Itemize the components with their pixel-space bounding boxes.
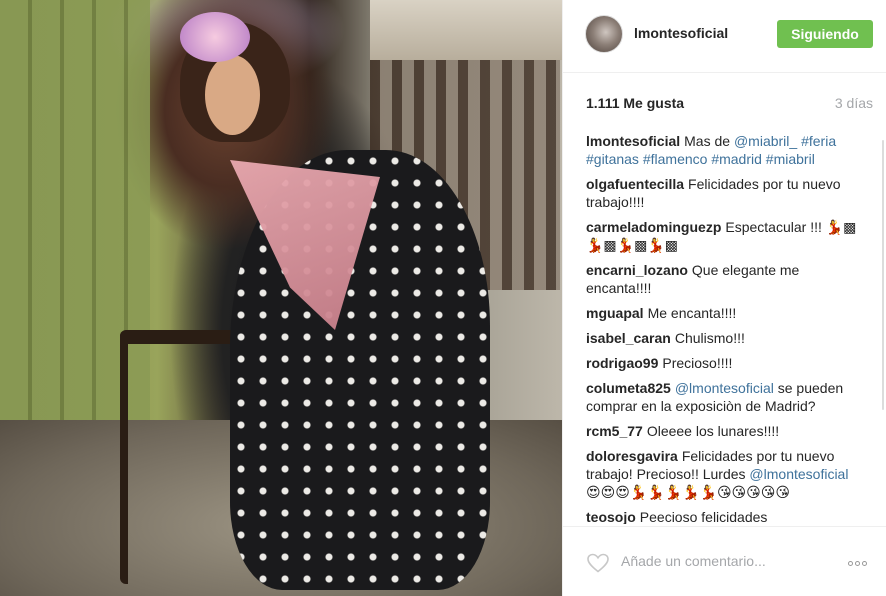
comment-item: rodrigao99 Precioso!!!! <box>586 354 866 372</box>
comment-link[interactable]: @lmontesoficial <box>749 466 848 482</box>
avatar[interactable] <box>585 15 623 53</box>
comment-text: Chulismo!!! <box>674 330 745 346</box>
comment-username[interactable]: teosojo <box>586 509 636 524</box>
comment-item: olgafuentecilla Felicidades por tu nuevo … <box>586 175 866 211</box>
comment-item: doloresgavira Felicidades por tu nuevo tr… <box>586 447 866 501</box>
comment-item: mguapal Me encanta!!!! <box>586 304 866 322</box>
comment-link[interactable]: #madrid <box>711 151 762 167</box>
dot-icon <box>848 561 853 566</box>
comment-item: lmontesoficial Mas de @miabril_ #feria #g… <box>586 132 866 168</box>
likes-count[interactable]: 1.111 Me gusta <box>586 95 684 111</box>
dot-icon <box>855 561 860 566</box>
comment-username[interactable]: encarni_lozano <box>586 262 688 278</box>
comment-username[interactable]: olgafuentecilla <box>586 176 684 192</box>
more-options-icon[interactable] <box>848 553 876 567</box>
post-footer <box>563 526 886 596</box>
comments-list[interactable]: lmontesoficial Mas de @miabril_ #feria #g… <box>586 132 866 524</box>
post-header: lmontesoficial Siguiendo <box>563 0 886 73</box>
comment-text: Me encanta!!!! <box>647 305 737 321</box>
comment-item: encarni_lozano Que elegante me encanta!!!… <box>586 261 866 297</box>
comment-username[interactable]: doloresgavira <box>586 448 678 464</box>
dot-icon <box>862 561 867 566</box>
comment-link[interactable]: #miabril <box>766 151 815 167</box>
comment-item: columeta825 @lmontesoficial se pueden com… <box>586 379 866 415</box>
post-photo[interactable] <box>0 0 562 596</box>
comment-username[interactable]: carmeladominguezp <box>586 219 721 235</box>
comment-username[interactable]: rodrigao99 <box>586 355 658 371</box>
photo-background-wall <box>370 0 562 60</box>
comment-text: 😍😍😍💃💃💃💃💃😘😘😘😘😘 <box>586 484 790 500</box>
comment-username[interactable]: rcm5_77 <box>586 423 643 439</box>
photo-hair-flower <box>180 12 250 62</box>
comments-scrollbar[interactable] <box>882 140 884 410</box>
author-username[interactable]: lmontesoficial <box>634 25 728 41</box>
comment-input[interactable] <box>619 549 823 573</box>
comment-item: carmeladominguezp Espectacular !!! 💃▩💃▩💃▩… <box>586 218 866 254</box>
comment-link[interactable]: #gitanas <box>586 151 639 167</box>
comment-username[interactable]: mguapal <box>586 305 644 321</box>
post-side-panel: lmontesoficial Siguiendo 1.111 Me gusta … <box>562 0 886 596</box>
photo-face <box>205 55 260 135</box>
comment-username[interactable]: columeta825 <box>586 380 671 396</box>
comment-text: Precioso!!!! <box>662 355 733 371</box>
likes-row: 1.111 Me gusta 3 días <box>586 95 873 111</box>
post-time[interactable]: 3 días <box>835 95 873 111</box>
comment-link[interactable]: @miabril_ <box>734 133 797 149</box>
comment-link[interactable]: #feria <box>801 133 836 149</box>
comment-link[interactable]: #flamenco <box>643 151 708 167</box>
heart-icon[interactable] <box>586 551 610 575</box>
comment-link[interactable]: @lmontesoficial <box>675 380 774 396</box>
comment-username[interactable]: isabel_caran <box>586 330 671 346</box>
comment-item: rcm5_77 Oleeee los lunares!!!! <box>586 422 866 440</box>
following-button[interactable]: Siguiendo <box>777 20 873 48</box>
comment-text: Peecioso felicidades <box>639 509 768 524</box>
comment-text: Mas de <box>684 133 734 149</box>
comment-username[interactable]: lmontesoficial <box>586 133 680 149</box>
comment-item: teosojo Peecioso felicidades <box>586 508 866 524</box>
comment-text: Oleeee los lunares!!!! <box>646 423 780 439</box>
comment-item: isabel_caran Chulismo!!! <box>586 329 866 347</box>
